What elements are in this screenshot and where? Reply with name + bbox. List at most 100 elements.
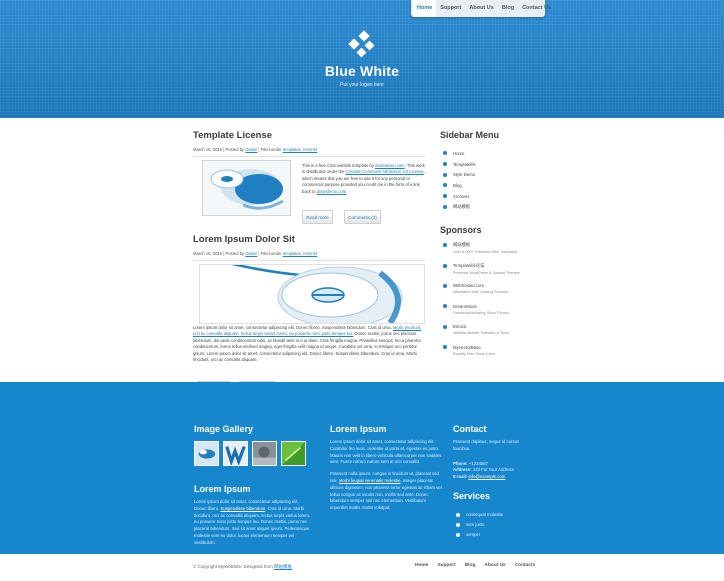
sponsor-item[interactable]: 网站模板 Over 6,000+ Premium Web Templates: [440, 242, 532, 263]
sidebar-item-label: Templatelife: [453, 161, 476, 167]
sidebar-item-blog[interactable]: Blog: [440, 180, 530, 191]
copyright-text: © Copyright MyWebSite. Designed from: [193, 564, 275, 569]
bottom-nav-about-us[interactable]: About Us: [484, 563, 505, 568]
sponsor-item[interactable]: Templatelife论坛 Premium WordPress & Joomla…: [440, 263, 532, 284]
bullet-icon: [443, 304, 447, 308]
excerpt-link[interactable]: downdemo.com: [375, 163, 405, 168]
footer: Image Gallery Lorem Ipsum Lorem ipsum do…: [0, 382, 724, 554]
sidebar-item-templates[interactable]: 网站模板: [440, 201, 530, 212]
footer-lorem-title: Lorem Ipsum: [194, 484, 251, 494]
bottom-nav-contacts[interactable]: Contacts: [515, 563, 536, 568]
sponsor-desc: Website Builder Software & Tools: [453, 331, 509, 335]
sidebar-menu-title: Sidebar Menu: [440, 130, 500, 140]
contact-title: Contact: [453, 424, 487, 434]
bullet-icon: [443, 204, 447, 209]
bottom-bar: © Copyright MyWebSite. Designed from 网站模…: [0, 554, 724, 581]
copyright: © Copyright MyWebSite. Designed from 网站模…: [193, 564, 292, 570]
bullet-icon: [443, 243, 447, 247]
post-thumbnail: [202, 160, 291, 216]
sponsor-name[interactable]: 网站模板: [453, 242, 470, 248]
footer-lorem-text: Praesent nulla ipsum, congue in tincidun…: [330, 471, 442, 512]
sponsor-item[interactable]: Webhosted.com Affordable Web Hosting Prov…: [440, 283, 532, 304]
bullet-icon: [443, 345, 447, 349]
address-value: 123 Fut Your Address: [472, 467, 514, 473]
phone-value: +1234567: [468, 460, 489, 466]
top-nav-support[interactable]: Support: [436, 0, 465, 17]
excerpt-text: This is a free CSS website template by: [302, 163, 376, 168]
sponsor-name[interactable]: Enrocit: [453, 324, 466, 329]
gallery-thumb-green-icon[interactable]: [281, 441, 306, 466]
license-link[interactable]: Creative Commons Attribution 3.0 License: [346, 169, 424, 174]
service-item[interactable]: consequat molestie: [453, 510, 533, 520]
mouse-hero-icon: [200, 265, 424, 323]
post-excerpt: This is a free CSS website template by d…: [302, 163, 426, 195]
sponsor-item[interactable]: MyVectorBase Royalty Free Stock Icons: [440, 345, 532, 366]
sponsor-item[interactable]: DreamStock Download Amazing Stock Photos: [440, 304, 532, 325]
sponsor-item[interactable]: Enrocit Website Builder Software & Tools: [440, 324, 532, 345]
bullet-icon: [443, 324, 447, 329]
services-title: Services: [453, 490, 491, 501]
divider: [193, 260, 425, 261]
sidebar-item-archives[interactable]: Archives: [440, 191, 530, 202]
bullet-icon: [443, 183, 447, 188]
top-nav-home[interactable]: Home: [413, 0, 437, 17]
bullet-icon: [456, 512, 460, 517]
gallery-title: Image Gallery: [194, 424, 254, 434]
excerpt-link[interactable]: downdemo.com: [317, 189, 347, 194]
category-link[interactable]: templates, internet: [283, 147, 317, 152]
bottom-nav-home[interactable]: Home: [415, 563, 428, 568]
sidebar-item-templatelife[interactable]: Templatelife: [440, 159, 530, 170]
sponsor-desc: Affordable Web Hosting Provider: [453, 290, 509, 294]
author-link[interactable]: Daniel: [245, 147, 257, 152]
email-link[interactable]: info@example.com: [469, 474, 506, 479]
comments-button[interactable]: Comments (3): [344, 210, 381, 224]
sidebar-menu: Home Templatelife Style Demo Blog Archiv…: [440, 148, 530, 212]
footer-link[interactable]: Suspendisse bibendum: [221, 506, 266, 511]
divider: [193, 156, 425, 157]
post-hero-image: [199, 264, 425, 324]
email-label: E-mail:: [453, 474, 468, 480]
top-nav-about-us[interactable]: About Us: [465, 0, 497, 17]
service-label: sem justo: [466, 522, 485, 528]
site-title[interactable]: Blue White: [300, 63, 424, 79]
sponsor-name[interactable]: Templatelife论坛: [453, 263, 485, 269]
meta-filed: | Filed under: [257, 251, 283, 256]
footer-link[interactable]: Morbi feugiat venenatis molestie: [339, 478, 401, 483]
service-item[interactable]: sem justo: [453, 520, 533, 530]
sponsor-name[interactable]: DreamStock: [453, 304, 477, 309]
footer-contact: Contact Praesent dapibus, neque id cursu…: [453, 424, 533, 540]
footer-gallery: Image Gallery Lorem Ipsum Lorem ipsum do…: [194, 424, 312, 547]
post: Template License March 16, 2010 | Posted…: [193, 130, 425, 224]
bottom-nav-support[interactable]: Support: [437, 563, 455, 568]
sponsor-name[interactable]: MyVectorBase: [453, 345, 481, 350]
gallery-thumb-w-icon[interactable]: [223, 441, 248, 466]
services-list: consequat molestie sem justo semper: [453, 510, 533, 540]
sponsor-desc: Download Amazing Stock Photos: [453, 310, 509, 315]
sponsor-name[interactable]: Webhosted.com: [453, 283, 484, 288]
sponsor-desc: Premium WordPress & Joomla Themes: [453, 270, 520, 275]
post-title[interactable]: Template License: [193, 130, 425, 141]
sidebar-item-style-demo[interactable]: Style Demo: [440, 169, 530, 180]
gallery-thumb-photo-icon[interactable]: [252, 441, 277, 466]
bottom-nav-blog[interactable]: Blog: [465, 563, 476, 568]
author-link[interactable]: Daniel: [245, 251, 257, 256]
category-link[interactable]: templates, internet: [283, 251, 317, 256]
sidebar-item-label: Style Demo: [453, 172, 476, 178]
post-title[interactable]: Lorem Ipsum Dolor Sit: [193, 234, 425, 245]
service-label: semper: [466, 532, 481, 538]
gallery-thumb-mouse-icon[interactable]: [194, 441, 219, 466]
sidebar-item-label: Home: [453, 150, 465, 156]
mouse-image-icon: [203, 161, 290, 215]
body-text: Lorem ipsum dolor sit amet, consectetur …: [193, 325, 393, 330]
bullet-icon: [443, 172, 447, 177]
service-label: consequat molestie: [466, 512, 504, 518]
service-item[interactable]: semper: [453, 530, 533, 540]
sidebar-item-label: 网站模板: [453, 203, 471, 209]
sidebar-item-home[interactable]: Home: [440, 148, 530, 159]
top-nav-blog[interactable]: Blog: [498, 0, 518, 17]
sidebar-item-label: Blog: [453, 182, 462, 188]
copyright-link[interactable]: 网站模板: [274, 564, 292, 569]
read-more-button[interactable]: Read more: [302, 210, 333, 224]
logo-icon[interactable]: [346, 30, 378, 60]
top-nav-contact-us[interactable]: Contact Us: [518, 0, 555, 17]
